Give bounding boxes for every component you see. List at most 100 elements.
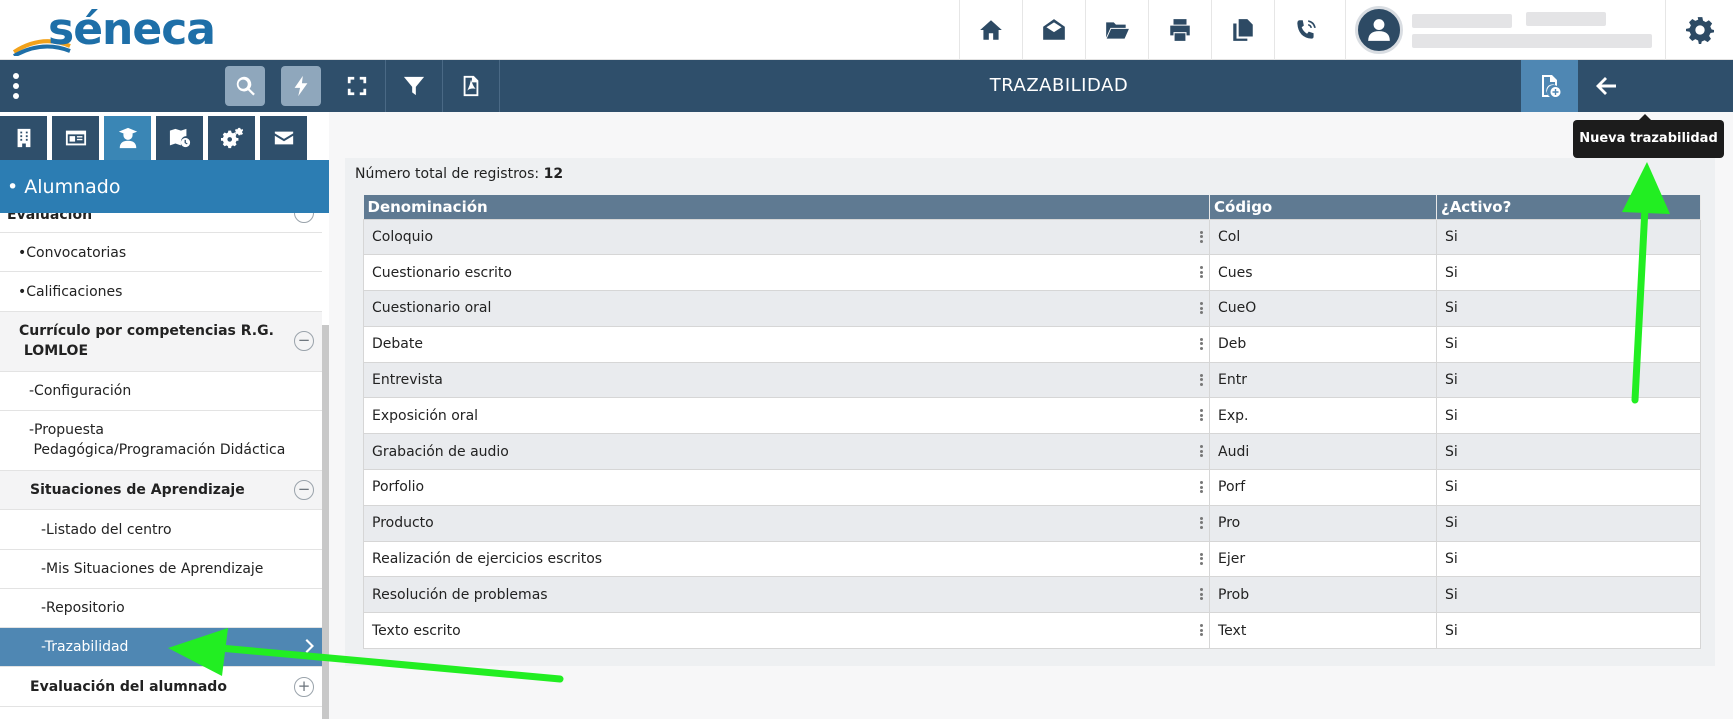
cell-denominacion[interactable]: Exposición oral <box>363 397 1210 435</box>
menu-group-curriculo[interactable]: Currículo por competencias R.G. LOMLOE − <box>0 312 322 372</box>
folder-open-icon[interactable] <box>1085 0 1148 60</box>
table-row[interactable]: Entrevista Entr Si <box>363 361 1701 399</box>
collapse-icon[interactable]: − <box>294 331 314 351</box>
row-menu-icon[interactable] <box>1200 302 1203 315</box>
file-plus-icon <box>1541 75 1560 97</box>
menu-item-listado-centro[interactable]: -Listado del centro <box>0 510 322 550</box>
cell-activo: Si <box>1436 290 1701 327</box>
cell-codigo: CueO <box>1209 290 1437 327</box>
cell-activo: Si <box>1436 218 1701 256</box>
row-menu-icon[interactable] <box>1200 481 1203 494</box>
table-row[interactable]: Cuestionario oral CueO Si <box>363 290 1701 327</box>
menu-group-evaluacion[interactable]: Evaluación − <box>0 213 322 233</box>
row-menu-icon[interactable] <box>1200 552 1203 565</box>
cell-codigo: Text <box>1209 612 1437 650</box>
cogs-icon[interactable] <box>208 116 255 160</box>
menu-item-mis-situaciones[interactable]: -Mis Situaciones de Aprendizaje <box>0 550 322 589</box>
row-menu-icon[interactable] <box>1200 445 1203 458</box>
expand-icon[interactable]: + <box>294 677 314 697</box>
section-title[interactable]: • Alumnado <box>0 160 329 213</box>
table-row[interactable]: Resolución de problemas Prob Si <box>363 576 1701 614</box>
student-icon[interactable] <box>104 116 151 160</box>
new-trazabilidad-button[interactable] <box>1521 60 1578 112</box>
cell-activo: Si <box>1436 469 1701 506</box>
print-icon[interactable] <box>1148 0 1211 60</box>
map-icon[interactable] <box>156 116 203 160</box>
column-header-denominacion[interactable]: Denominación <box>363 195 1210 219</box>
id-card-icon[interactable] <box>52 116 99 160</box>
cell-denominacion[interactable]: Coloquio <box>363 218 1210 256</box>
row-menu-icon[interactable] <box>1200 624 1203 637</box>
row-menu-icon[interactable] <box>1200 588 1203 601</box>
table-row[interactable]: Debate Deb Si <box>363 325 1701 363</box>
cell-denominacion[interactable]: Entrevista <box>363 361 1210 399</box>
seneca-logo[interactable]: séneca <box>12 4 216 56</box>
cell-codigo: Entr <box>1209 361 1437 399</box>
user-icon <box>1368 19 1390 41</box>
table-row[interactable]: Producto Pro Si <box>363 504 1701 542</box>
cell-denominacion[interactable]: Debate <box>363 325 1210 363</box>
menu-item-trazabilidad[interactable]: -Trazabilidad <box>0 628 322 667</box>
table-row[interactable]: Porfolio Porf Si <box>363 469 1701 506</box>
menu-item-configuracion[interactable]: -Configuración <box>0 372 322 411</box>
back-button[interactable] <box>1578 60 1633 112</box>
kebab-icon[interactable] <box>12 73 20 99</box>
gear-icon[interactable] <box>1665 0 1733 60</box>
cell-denominacion[interactable]: Realización de ejercicios escritos <box>363 540 1210 578</box>
cell-activo: Si <box>1436 504 1701 542</box>
table-row[interactable]: Realización de ejercicios escritos Ejer Si <box>363 540 1701 578</box>
row-menu-icon[interactable] <box>1200 409 1203 422</box>
cell-denominacion[interactable]: Resolución de problemas <box>363 576 1210 614</box>
main-toolbar: TRAZABILIDAD <box>329 60 1733 112</box>
cell-activo: Si <box>1436 433 1701 471</box>
menu-group-evaluacion-alumnado[interactable]: Evaluación del alumnado + <box>0 667 322 707</box>
phone-icon[interactable] <box>1274 0 1337 60</box>
copy-icon[interactable] <box>1211 0 1274 60</box>
blurred-username-2 <box>1526 12 1606 26</box>
table-row[interactable]: Texto escrito Text Si <box>363 612 1701 650</box>
row-menu-icon[interactable] <box>1200 337 1203 350</box>
cell-denominacion[interactable]: Texto escrito <box>363 612 1210 650</box>
envelope-icon[interactable] <box>260 116 307 160</box>
cell-activo: Si <box>1436 397 1701 435</box>
expand-screen-icon[interactable] <box>329 60 386 112</box>
menu-group-situaciones[interactable]: Situaciones de Aprendizaje − <box>0 471 322 510</box>
row-menu-icon[interactable] <box>1200 266 1203 279</box>
cell-denominacion[interactable]: Cuestionario escrito <box>363 254 1210 292</box>
trazabilidad-table: Denominación Código ¿Activo? Coloquio Col… <box>363 195 1701 650</box>
menu-item-calificaciones[interactable]: •Calificaciones <box>0 272 322 312</box>
cell-activo: Si <box>1436 361 1701 399</box>
user-menu[interactable] <box>1345 0 1665 60</box>
row-menu-icon[interactable] <box>1200 230 1203 243</box>
row-menu-icon[interactable] <box>1200 373 1203 386</box>
record-count: Número total de registros: 12 <box>355 166 564 182</box>
menu-item-repositorio[interactable]: -Repositorio <box>0 589 322 628</box>
table-row[interactable]: Cuestionario escrito Cues Si <box>363 254 1701 292</box>
filter-icon[interactable] <box>386 60 443 112</box>
menu-item-propuesta-pedagogica[interactable]: -Propuesta Pedagógica/Programación Didác… <box>0 411 322 471</box>
pdf-icon[interactable] <box>443 60 500 112</box>
table-header: Denominación Código ¿Activo? <box>363 195 1701 219</box>
cell-denominacion[interactable]: Porfolio <box>363 469 1210 506</box>
table-row[interactable]: Coloquio Col Si <box>363 218 1701 256</box>
cell-denominacion[interactable]: Grabación de audio <box>363 433 1210 471</box>
column-header-activo[interactable]: ¿Activo? <box>1436 195 1701 219</box>
table-row[interactable]: Exposición oral Exp. Si <box>363 397 1701 435</box>
menu-item-convocatorias[interactable]: •Convocatorias <box>0 233 322 272</box>
cell-denominacion[interactable]: Producto <box>363 504 1210 542</box>
sidebar-scrollbar[interactable] <box>322 325 329 719</box>
search-icon[interactable] <box>225 66 265 106</box>
cell-codigo: Exp. <box>1209 397 1437 435</box>
sidebar-tabs <box>0 116 312 160</box>
bolt-icon[interactable] <box>281 66 321 106</box>
envelope-open-icon[interactable] <box>1022 0 1085 60</box>
sidebar-toolbar <box>0 60 329 112</box>
row-menu-icon[interactable] <box>1200 516 1203 529</box>
table-row[interactable]: Grabación de audio Audi Si <box>363 433 1701 471</box>
home-icon[interactable] <box>959 0 1022 60</box>
building-icon[interactable] <box>0 116 47 160</box>
collapse-icon[interactable]: − <box>294 213 314 223</box>
collapse-icon[interactable]: − <box>294 480 314 500</box>
cell-denominacion[interactable]: Cuestionario oral <box>363 290 1210 327</box>
column-header-codigo[interactable]: Código <box>1209 195 1437 219</box>
